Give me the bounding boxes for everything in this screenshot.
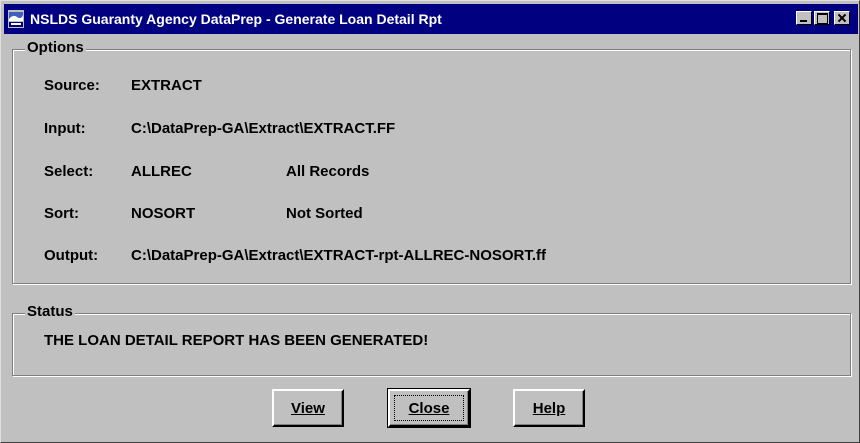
nslds-app-icon	[8, 10, 24, 28]
close-button[interactable]: Close	[387, 388, 471, 428]
options-legend: Options	[25, 39, 86, 56]
help-button[interactable]: Help	[513, 389, 585, 427]
status-legend: Status	[25, 303, 75, 320]
options-group: Options Source: EXTRACT Input: C:\DataPr…	[12, 39, 851, 284]
close-icon[interactable]	[834, 11, 850, 25]
source-label: Source:	[44, 77, 100, 94]
view-button[interactable]: View	[272, 389, 344, 427]
sort-label: Sort:	[44, 205, 79, 222]
output-label: Output:	[44, 247, 99, 264]
view-button-label: View	[291, 399, 325, 417]
source-value: EXTRACT	[131, 77, 202, 94]
input-value: C:\DataPrep-GA\Extract\EXTRACT.FF	[131, 120, 396, 137]
select-label: Select:	[44, 163, 94, 180]
maximize-icon[interactable]	[814, 11, 830, 25]
dialog-window: NSLDS Guaranty Agency DataPrep - Generat…	[0, 0, 860, 443]
input-label: Input:	[44, 120, 86, 137]
select-description: All Records	[286, 163, 370, 180]
output-value: C:\DataPrep-GA\Extract\EXTRACT-rpt-ALLRE…	[131, 247, 547, 264]
status-group: Status THE LOAN DETAIL REPORT HAS BEEN G…	[12, 303, 851, 376]
window-title: NSLDS Guaranty Agency DataPrep - Generat…	[30, 11, 442, 27]
status-message: THE LOAN DETAIL REPORT HAS BEEN GENERATE…	[44, 332, 429, 349]
focus-rectangle	[394, 395, 464, 421]
help-button-label: Help	[532, 399, 566, 417]
minimize-icon[interactable]	[796, 11, 812, 25]
sort-description: Not Sorted	[286, 205, 363, 222]
sort-value: NOSORT	[131, 205, 196, 222]
title-bar[interactable]: NSLDS Guaranty Agency DataPrep - Generat…	[4, 4, 858, 34]
select-value: ALLREC	[131, 163, 192, 180]
